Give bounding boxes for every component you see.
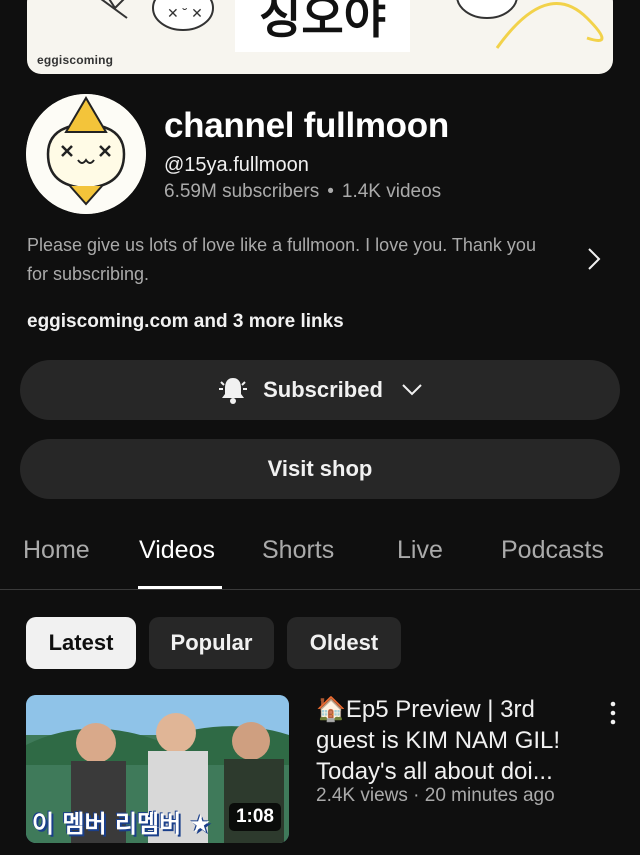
video-thumbnail[interactable]: 이 멤버 리멤버 ★ 1:08 bbox=[26, 695, 289, 843]
subscribed-label: Subscribed bbox=[263, 377, 383, 402]
channel-banner: ✕ ˘ ✕ 싱오야 eggiscoming bbox=[27, 0, 613, 74]
chevron-right-icon[interactable] bbox=[584, 246, 604, 272]
subscriber-count: 6.59M subscribers bbox=[164, 181, 320, 202]
banner-brand: eggiscoming bbox=[37, 53, 114, 67]
channel-handle: @15ya.fullmoon bbox=[164, 154, 309, 176]
tab-home[interactable]: Home bbox=[23, 536, 90, 565]
video-title[interactable]: 🏠Ep5 Preview | 3rd guest is KIM NAM GIL!… bbox=[316, 694, 596, 787]
svg-text:✕ ˘ ✕: ✕ ˘ ✕ bbox=[167, 5, 203, 21]
video-meta: 2.4K views · 20 minutes ago bbox=[316, 785, 555, 806]
thumbnail-caption: 이 멤버 리멤버 ★ bbox=[32, 810, 212, 838]
banner-title: 싱오야 bbox=[235, 0, 410, 52]
channel-avatar[interactable] bbox=[26, 94, 146, 214]
tab-podcasts[interactable]: Podcasts bbox=[501, 536, 604, 565]
chevron-down-icon bbox=[402, 384, 422, 396]
channel-tabs: Home Videos Shorts Live Podcasts bbox=[0, 520, 640, 590]
stats-separator: • bbox=[327, 181, 334, 202]
subscribed-button[interactable]: Subscribed bbox=[20, 360, 620, 420]
video-duration: 1:08 bbox=[228, 803, 281, 831]
channel-stats: 6.59M subscribers • 1.4K videos bbox=[164, 181, 441, 203]
filter-latest[interactable]: Latest bbox=[26, 617, 136, 669]
more-vert-icon[interactable] bbox=[606, 700, 620, 726]
visit-shop-label: Visit shop bbox=[267, 456, 373, 481]
tab-videos[interactable]: Videos bbox=[139, 536, 215, 565]
channel-links[interactable]: eggiscoming.com and 3 more links bbox=[27, 311, 344, 333]
filter-popular[interactable]: Popular bbox=[149, 617, 274, 669]
channel-description[interactable]: Please give us lots of love like a fullm… bbox=[27, 231, 547, 289]
filter-oldest[interactable]: Oldest bbox=[287, 617, 401, 669]
tab-shorts[interactable]: Shorts bbox=[262, 536, 334, 565]
active-tab-indicator bbox=[138, 586, 222, 589]
cat-avatar-icon bbox=[26, 94, 146, 214]
tab-live[interactable]: Live bbox=[397, 536, 443, 565]
video-count: 1.4K videos bbox=[341, 181, 442, 202]
visit-shop-button[interactable]: Visit shop bbox=[20, 439, 620, 499]
bell-ringing-icon bbox=[219, 378, 248, 404]
channel-name: channel fullmoon bbox=[164, 106, 449, 145]
